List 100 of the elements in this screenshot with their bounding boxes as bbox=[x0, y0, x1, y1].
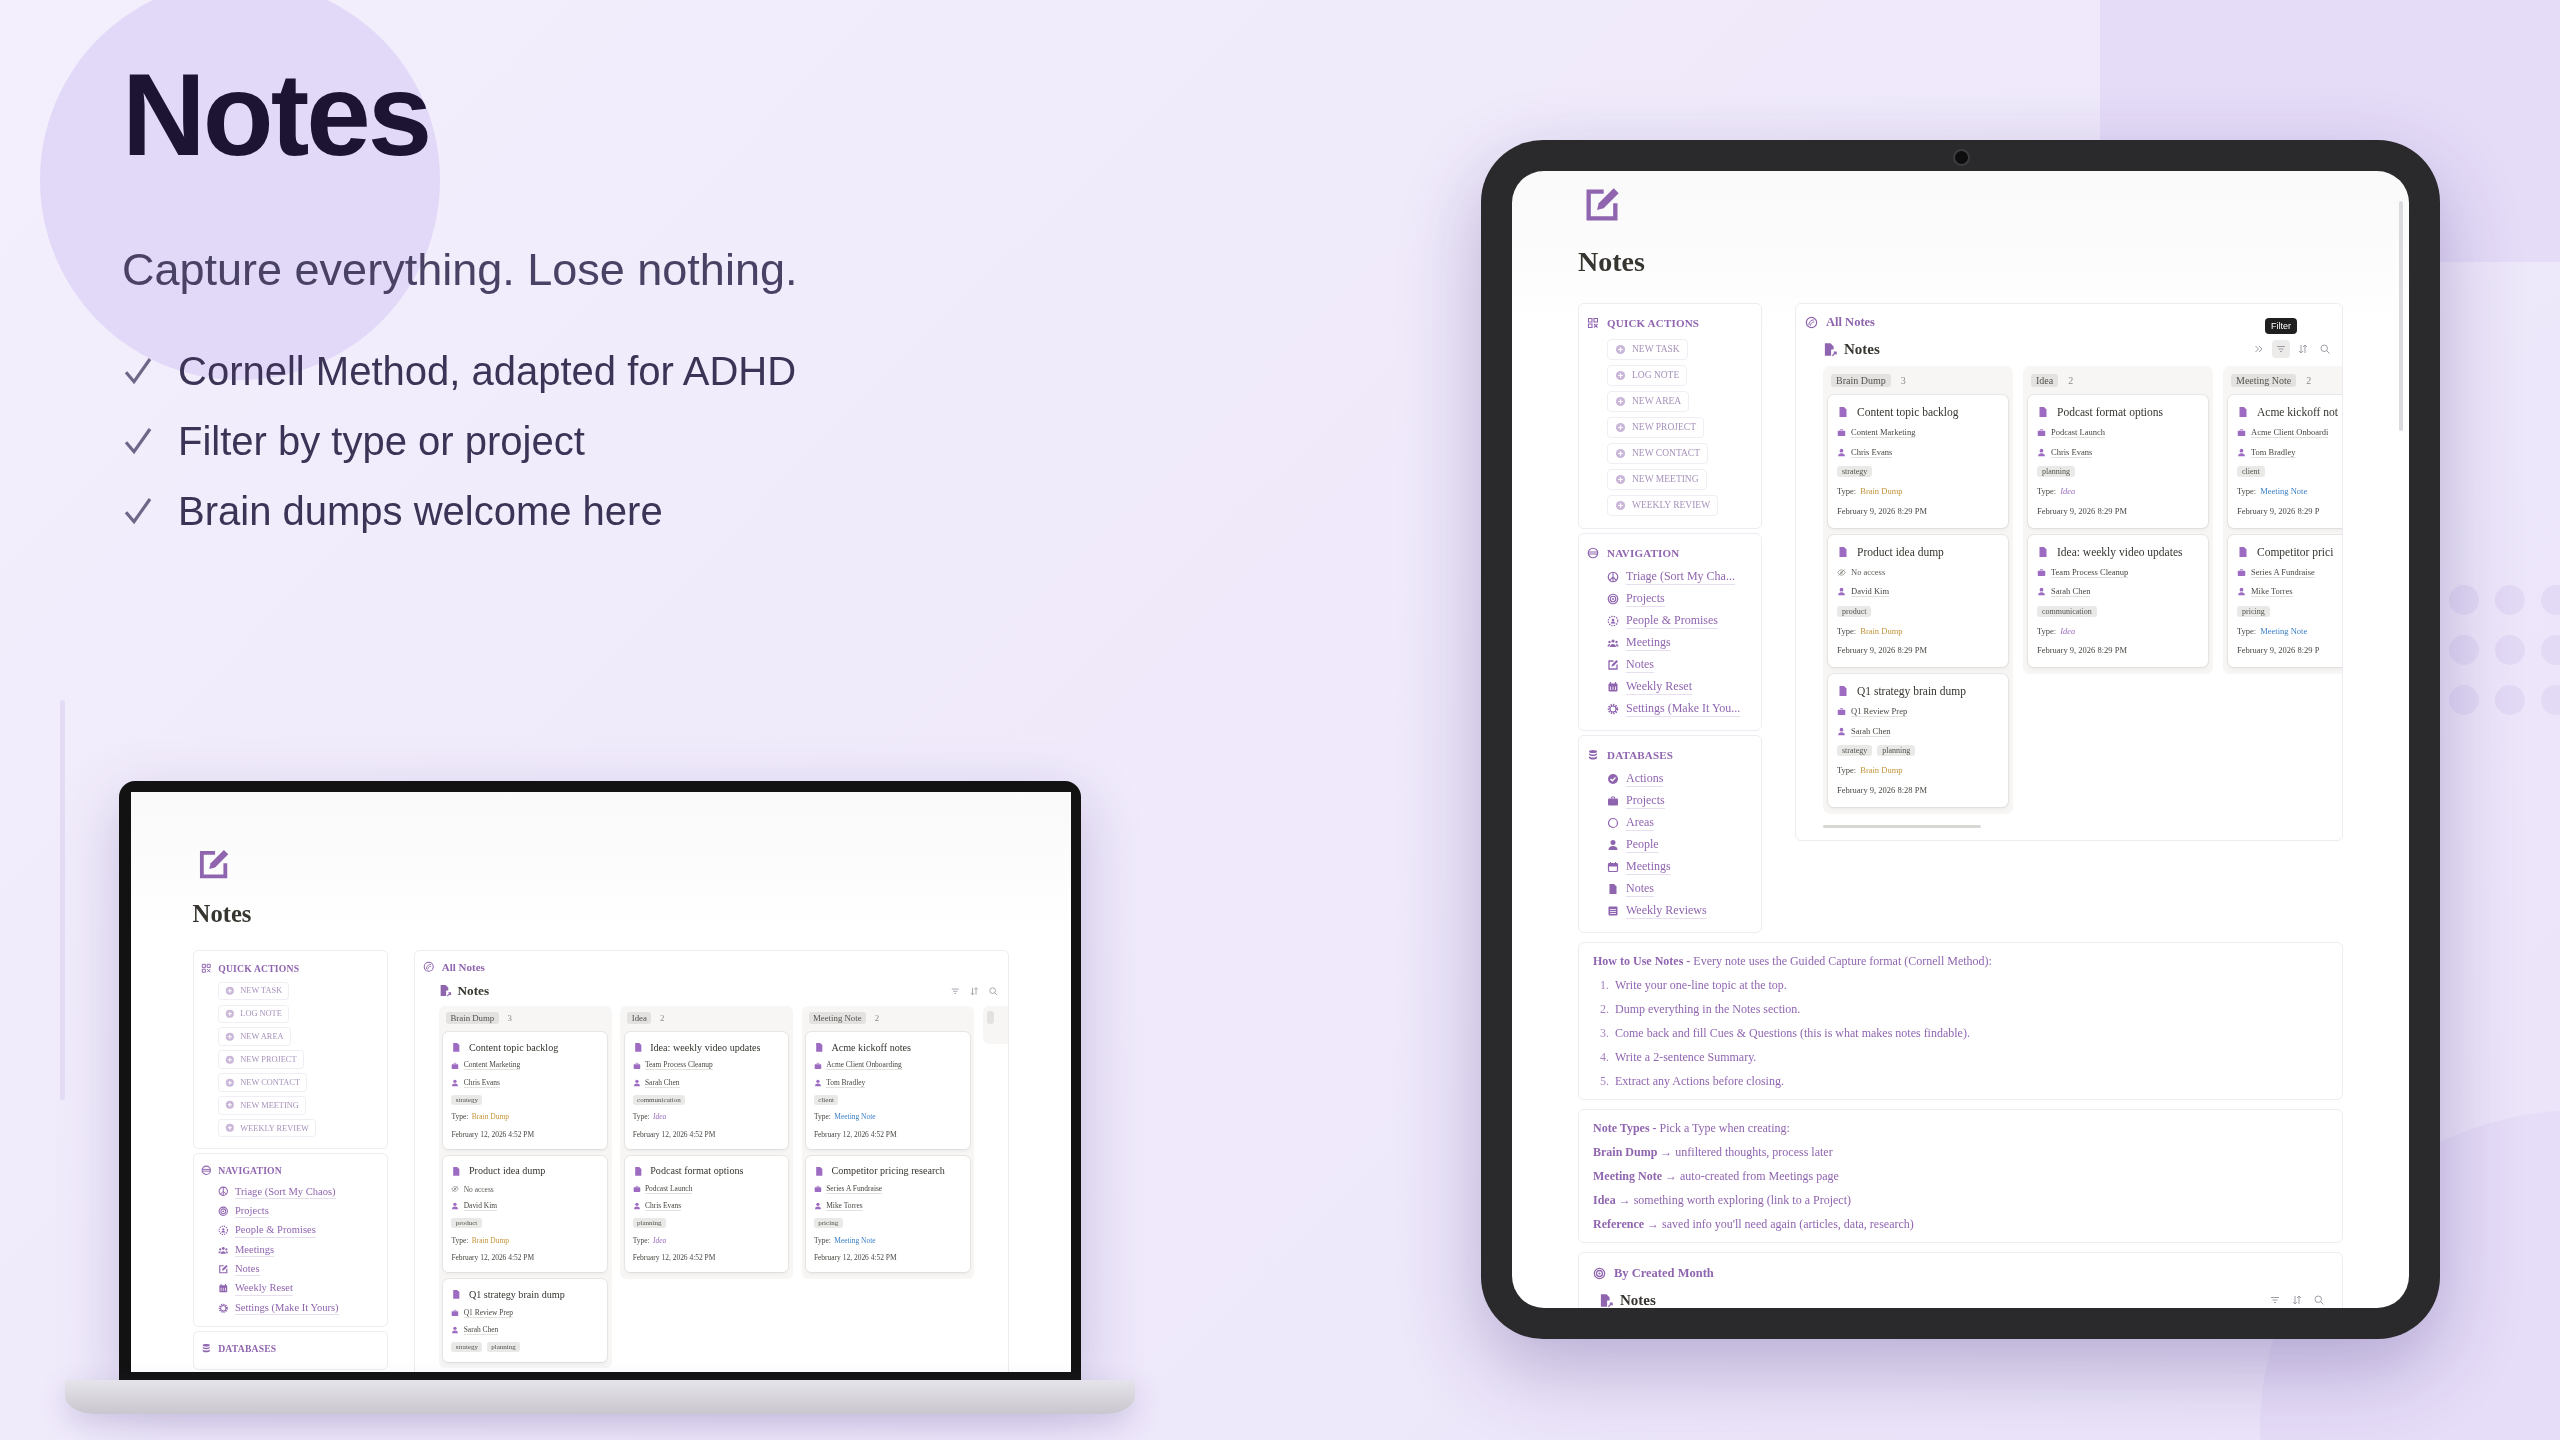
document-icon bbox=[1837, 406, 1849, 418]
type-value: Idea bbox=[2060, 625, 2076, 636]
project-link[interactable]: Content Marketing bbox=[1851, 427, 1916, 439]
project-link[interactable]: Series A Fundraise bbox=[2251, 566, 2315, 578]
person-link[interactable]: Sarah Chen bbox=[2051, 586, 2091, 598]
database-link[interactable]: Weekly Reviews bbox=[1626, 903, 1707, 919]
tag: strategy bbox=[1837, 466, 1873, 478]
feature-text: Filter by type or project bbox=[178, 418, 585, 464]
nav-link[interactable]: Meetings bbox=[234, 1242, 275, 1257]
note-card[interactable]: Content topic backlog Content Marketing Chris Evans strategy Type: Brain Dump February 9, 2026 8:29 PM bbox=[1828, 395, 2008, 528]
tag: strategy bbox=[1837, 745, 1873, 757]
document-icon bbox=[451, 1289, 462, 1300]
circle-icon bbox=[1607, 817, 1619, 829]
date-text: February 9, 2026 8:29 PM bbox=[2037, 645, 2127, 656]
nav-link[interactable]: Projects bbox=[1626, 591, 1665, 607]
step-text: Dump everything in the Notes section. bbox=[1615, 1001, 1801, 1018]
section-heading: DATABASES bbox=[218, 1343, 277, 1355]
database-link[interactable]: People bbox=[1626, 837, 1659, 853]
nav-link[interactable]: People & Promises bbox=[1626, 613, 1718, 629]
type-label: Type: bbox=[2237, 486, 2257, 497]
section-heading: By Created Month bbox=[1614, 1265, 1714, 1281]
document-icon bbox=[2037, 406, 2049, 418]
type-value: Meeting Note bbox=[2260, 486, 2308, 497]
page-title: Notes bbox=[1578, 245, 1646, 279]
search-icon bbox=[2319, 343, 2331, 355]
section-heading: NAVIGATION bbox=[218, 1165, 282, 1177]
document-icon bbox=[1837, 545, 1849, 558]
view-title[interactable]: Notes bbox=[457, 982, 490, 999]
nav-link[interactable]: Projects bbox=[234, 1204, 269, 1219]
tag: client bbox=[2237, 466, 2265, 478]
type-label: Type: bbox=[1837, 486, 1857, 497]
database-link[interactable]: Notes bbox=[1626, 881, 1654, 897]
database-link[interactable]: Projects bbox=[1626, 793, 1665, 809]
plus-icon bbox=[1615, 421, 1626, 433]
nav-link[interactable]: People & Promises bbox=[234, 1223, 316, 1238]
project-link[interactable]: Team Process Cleanup bbox=[2051, 566, 2129, 578]
note-card[interactable]: Acme kickoff not Acme Client Onboardi Tom Bradley client Type: Meeting Note February 9, 2026 8:29 P bbox=[2228, 395, 2342, 528]
nav-link[interactable]: Settings (Make It Yours) bbox=[234, 1300, 339, 1315]
view-title[interactable]: Notes bbox=[1620, 1291, 1656, 1308]
check-icon bbox=[122, 425, 154, 457]
scrollbar[interactable] bbox=[2399, 201, 2403, 431]
edit-icon bbox=[1607, 659, 1619, 671]
card-title: Acme kickoff not bbox=[2257, 406, 2338, 418]
person-link[interactable]: Chris Evans bbox=[1851, 446, 1893, 458]
nav-link[interactable]: Triage (Sort My Chaos) bbox=[234, 1184, 336, 1199]
column-label: Meeting Note bbox=[2231, 373, 2297, 387]
note-card[interactable]: Podcast format options Podcast Launch Chris Evans planning Type: Idea February 9, 2026 8:29 PM bbox=[2028, 395, 2208, 528]
person-link[interactable]: Mike Torres bbox=[2251, 586, 2293, 598]
view-title[interactable]: Notes bbox=[1844, 340, 1880, 358]
date-text: February 9, 2026 8:29 P bbox=[2237, 645, 2320, 656]
note-card[interactable]: Idea: weekly video updates Team Process Cleanup Sarah Chen communication Type: Idea February 9, 2026 8:29 PM bbox=[2028, 534, 2208, 667]
database-link[interactable]: Areas bbox=[1626, 815, 1654, 831]
person-icon bbox=[451, 1078, 460, 1087]
person-link[interactable]: David Kim bbox=[1851, 586, 1889, 598]
section-heading: QUICK ACTIONS bbox=[1607, 317, 1700, 329]
swap-icon bbox=[1587, 547, 1599, 559]
person-icon bbox=[451, 1325, 460, 1334]
person-link[interactable]: Tom Bradley bbox=[2251, 446, 2296, 458]
type-label: Type: bbox=[2037, 625, 2057, 636]
nav-link[interactable]: Weekly Reset bbox=[1626, 679, 1692, 695]
column-count: 3 bbox=[1900, 374, 1906, 386]
nav-link[interactable]: Settings (Make It You... bbox=[1626, 701, 1741, 717]
database-link[interactable]: Actions bbox=[1626, 771, 1664, 787]
database-link[interactable]: Meetings bbox=[1626, 859, 1671, 875]
person-link[interactable]: Sarah Chen bbox=[1851, 725, 1891, 737]
filter-button[interactable] bbox=[2272, 340, 2290, 358]
note-card[interactable]: Q1 strategy brain dump Q1 Review Prep Sarah Chen strategy planning Type: Brain Dump February 9, 2026 8:28 PM bbox=[1828, 674, 2008, 807]
date-text: February 9, 2026 8:29 PM bbox=[1837, 505, 1927, 516]
briefcase-icon bbox=[632, 1061, 641, 1070]
nav-link[interactable]: Notes bbox=[1626, 657, 1654, 673]
card-title: Idea: weekly video updates bbox=[650, 1041, 761, 1053]
briefcase-icon bbox=[813, 1061, 822, 1070]
sort-icon bbox=[2297, 343, 2309, 355]
project-link[interactable]: Acme Client Onboardi bbox=[2251, 427, 2329, 439]
project-link[interactable]: Q1 Review Prep bbox=[1851, 706, 1908, 718]
info-text: How to Use Notes - Every note uses the Guided Capture format (Cornell Method): bbox=[1593, 953, 1993, 970]
briefcase-icon bbox=[451, 1308, 460, 1317]
person-link[interactable]: Chris Evans bbox=[2051, 446, 2093, 458]
gear-icon bbox=[1607, 703, 1619, 715]
nav-link[interactable]: Weekly Reset bbox=[234, 1281, 293, 1296]
type-value: Brain Dump bbox=[1860, 486, 1903, 497]
column-count: 2 bbox=[2306, 374, 2312, 386]
person-icon bbox=[1607, 839, 1619, 851]
note-card[interactable]: Competitor prici Series A Fundraise Mike Torres pricing Type: Meeting Note February 9, 2026 8:29 P bbox=[2228, 534, 2342, 667]
document-icon bbox=[813, 1165, 825, 1177]
nav-link[interactable]: Triage (Sort My Cha... bbox=[1626, 569, 1735, 585]
plus-icon bbox=[1615, 343, 1626, 355]
column-count: 2 bbox=[660, 1013, 665, 1024]
column-label: Meeting Note bbox=[808, 1012, 866, 1025]
scrollbar[interactable] bbox=[1823, 824, 1981, 828]
hero-title: Notes bbox=[122, 49, 431, 182]
document-icon bbox=[2037, 545, 2049, 558]
date-text: February 9, 2026 8:29 PM bbox=[1837, 645, 1927, 656]
filter-icon bbox=[2275, 343, 2287, 355]
project-link[interactable]: Podcast Launch bbox=[2051, 427, 2106, 439]
person-icon bbox=[451, 1202, 460, 1211]
nav-link[interactable]: Meetings bbox=[1626, 635, 1671, 651]
nav-link[interactable]: Notes bbox=[234, 1262, 260, 1277]
note-card[interactable]: Product idea dump No access David Kim product Type: Brain Dump February 9, 2026 8:29 PM bbox=[1828, 534, 2008, 667]
step-number: 3. bbox=[1599, 1025, 1609, 1042]
